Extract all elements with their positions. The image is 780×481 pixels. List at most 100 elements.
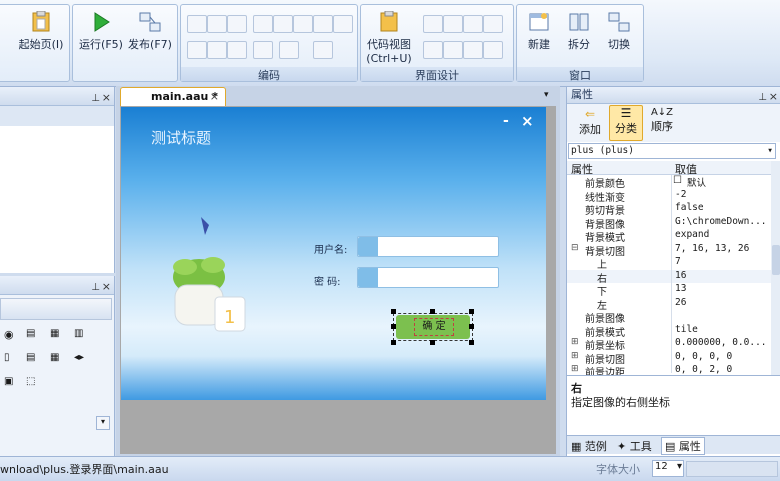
property-row[interactable]: 下 13 (567, 283, 771, 298)
uncomment-icon[interactable] (313, 15, 333, 33)
pin-icon[interactable]: ⊥ (91, 279, 100, 297)
align-left-icon[interactable] (423, 15, 443, 33)
expander-icon[interactable]: ⊞ (571, 351, 579, 361)
tab-examples[interactable]: ▦ 范例 (571, 438, 607, 454)
close-icon[interactable]: × (769, 89, 778, 105)
scroll-thumb[interactable] (772, 245, 780, 275)
code-view-button[interactable]: 代码视图 (Ctrl+U) (363, 10, 415, 65)
property-value[interactable]: 7 (675, 256, 681, 267)
label-tool-icon[interactable]: ▤ (26, 328, 35, 339)
username-field[interactable] (357, 236, 499, 257)
switch-button[interactable]: 切换 (601, 11, 637, 61)
start-page-button[interactable]: 起始页(I) (15, 10, 67, 61)
property-row[interactable]: 线性渐变 -2 (567, 189, 771, 204)
tab-close-icon[interactable]: × (210, 90, 219, 103)
font-size-select[interactable]: 12 ▾ (652, 460, 684, 477)
property-row[interactable]: 前景图像 (567, 310, 771, 325)
property-value[interactable]: false (675, 202, 704, 213)
undo-icon[interactable] (253, 41, 273, 59)
property-value[interactable]: 0, 0, 2, 0 (675, 364, 732, 375)
checkbox-icon[interactable]: ☐ (673, 175, 682, 186)
login-form-preview[interactable]: 测试标题 - × 1 用户名: 密 码: 确 定 (121, 107, 546, 400)
property-value[interactable]: 16 (675, 270, 686, 281)
password-field[interactable] (357, 267, 499, 288)
property-value[interactable]: 26 (675, 297, 686, 308)
select-all-icon[interactable] (187, 41, 207, 59)
new-window-button[interactable]: 新建 (521, 11, 557, 61)
resize-handle[interactable] (469, 340, 474, 345)
property-scrollbar[interactable] (771, 161, 780, 375)
close-icon[interactable]: × (102, 278, 111, 296)
tab-properties[interactable]: ▤ 属性 (661, 437, 705, 455)
expander-icon[interactable]: ⊞ (571, 364, 579, 374)
resize-handle[interactable] (391, 324, 396, 329)
property-value[interactable]: G:\chromeDown... (675, 216, 767, 227)
property-row[interactable]: 右 16 (567, 269, 771, 285)
property-row[interactable]: 前景颜色 ☐ 默认 (567, 175, 771, 190)
resize-handle[interactable] (469, 309, 474, 314)
replace-icon[interactable] (227, 41, 247, 59)
property-value[interactable]: 13 (675, 283, 686, 294)
group-tool-icon[interactable]: ▦ (50, 328, 59, 339)
cut-icon[interactable] (187, 15, 207, 33)
categorize-button[interactable]: ☰ 分类 (609, 105, 643, 141)
publish-button[interactable]: 发布(F7) (125, 11, 175, 61)
pin-right-icon[interactable] (483, 41, 503, 59)
paste-icon[interactable] (227, 15, 247, 33)
toolbox-category-bar[interactable] (0, 298, 112, 320)
tab-tools[interactable]: ✦ 工具 (617, 438, 652, 454)
property-value[interactable]: 0, 0, 0, 0 (675, 351, 732, 362)
property-row[interactable]: ⊟ 背景切图 7, 16, 13, 26 (567, 243, 771, 258)
match-icon[interactable] (313, 41, 333, 59)
property-row[interactable]: 背景模式 expand (567, 229, 771, 244)
property-row[interactable]: ⊞ 前景边距 0, 0, 2, 0 (567, 364, 771, 375)
expander-icon[interactable]: ⊟ (571, 243, 579, 253)
tab-main-aau[interactable]: main.aau * × (120, 87, 226, 106)
property-value[interactable]: 默认 (687, 175, 706, 189)
property-row[interactable]: ⊞ 前景坐标 0.000000, 0.0... (567, 337, 771, 352)
run-button[interactable]: 运行(F5) (79, 11, 123, 61)
add-button[interactable]: ⇐ 添加 (575, 107, 605, 137)
spin-tool-icon[interactable]: ◂▸ (74, 352, 84, 363)
property-row[interactable]: 剪切背景 false (567, 202, 771, 217)
bring-front-icon[interactable] (423, 41, 443, 59)
property-value[interactable]: 0.000000, 0.0... (675, 337, 767, 348)
image-tool-icon[interactable]: ▣ (4, 376, 13, 387)
split-button[interactable]: 拆分 (561, 11, 597, 61)
comment-icon[interactable] (293, 15, 313, 33)
property-value[interactable]: -2 (675, 189, 686, 200)
close-icon[interactable]: × (102, 89, 111, 107)
pin-left-icon[interactable] (463, 41, 483, 59)
table-tool-icon[interactable]: ▦ (50, 352, 59, 363)
resize-handle[interactable] (391, 340, 396, 345)
same-size-icon[interactable] (483, 15, 503, 33)
property-value[interactable]: tile (675, 324, 698, 335)
object-select[interactable]: plus (plus) ▾ (568, 143, 776, 159)
copy-icon[interactable] (207, 15, 227, 33)
outdent-icon[interactable] (273, 15, 293, 33)
redo-icon[interactable] (279, 41, 299, 59)
format-icon[interactable] (333, 15, 353, 33)
resize-handle[interactable] (430, 340, 435, 345)
minimize-button[interactable]: - (503, 113, 509, 129)
property-row[interactable]: 背景图像 G:\chromeDown... (567, 216, 771, 231)
find-icon[interactable] (207, 41, 227, 59)
indent-icon[interactable] (253, 15, 273, 33)
frame-tool-icon[interactable]: ⬚ (26, 376, 35, 387)
property-value[interactable]: 7, 16, 13, 26 (675, 243, 749, 254)
radio-tool-icon[interactable]: ◉ (4, 328, 14, 341)
resize-handle[interactable] (430, 309, 435, 314)
resize-handle[interactable] (469, 324, 474, 329)
order-button[interactable]: A↓Z 顺序 (647, 107, 677, 134)
property-row[interactable]: 左 26 (567, 297, 771, 312)
property-value[interactable]: expand (675, 229, 709, 240)
grid-icon[interactable] (443, 41, 463, 59)
ok-button[interactable]: 确 定 (396, 315, 470, 339)
close-button[interactable]: × (521, 112, 534, 130)
tab-dropdown-icon[interactable]: ▾ (544, 90, 549, 100)
scroll-down-icon[interactable]: ▾ (96, 416, 110, 430)
page-tool-icon[interactable]: ▯ (4, 352, 10, 363)
property-row[interactable]: 上7 (567, 256, 771, 271)
resize-handle[interactable] (391, 309, 396, 314)
align-right-icon[interactable] (463, 15, 483, 33)
